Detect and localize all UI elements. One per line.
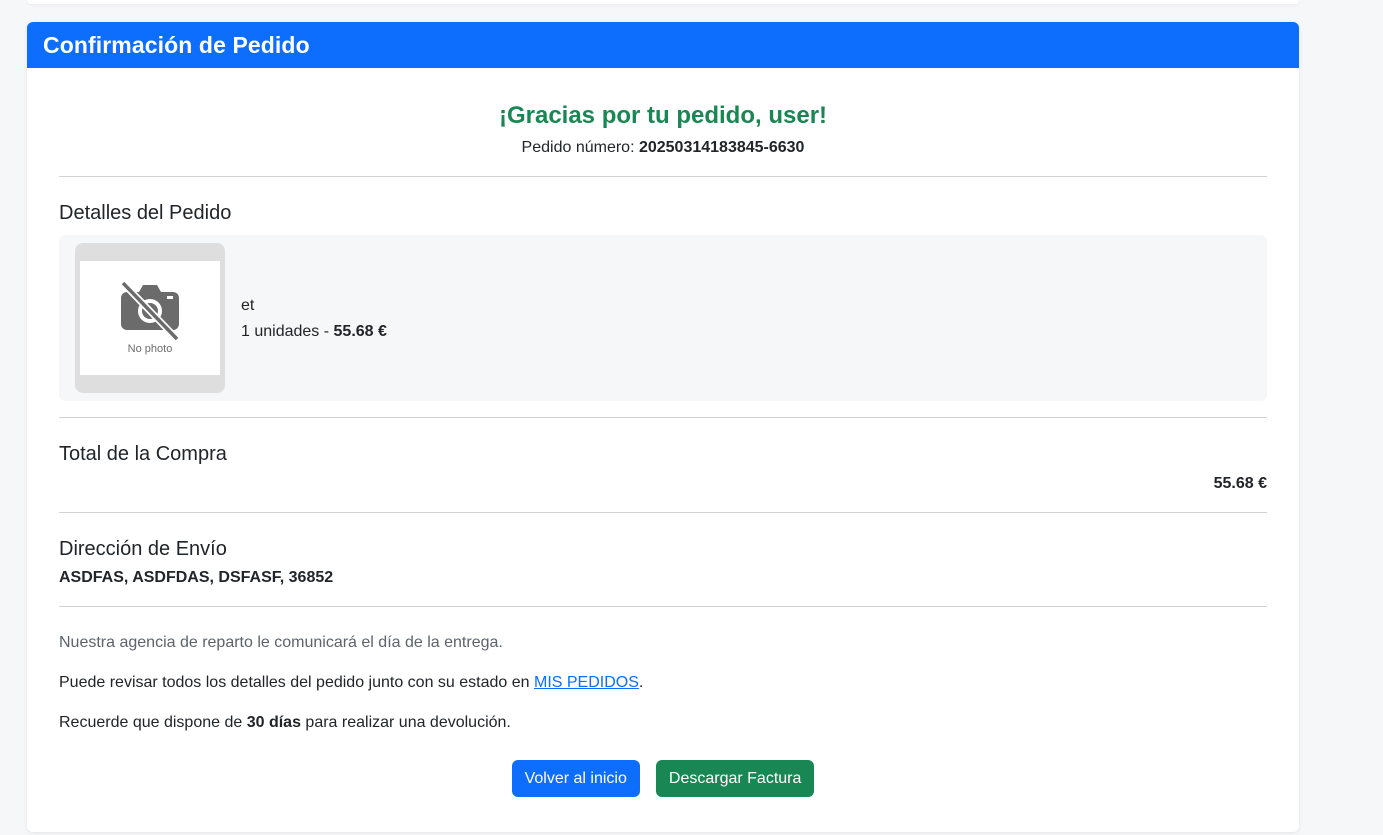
order-number-value: 20250314183845-6630 <box>638 139 805 156</box>
return-days: 30 días <box>246 714 301 731</box>
product-thumbnail: No photo <box>75 243 225 393</box>
shipping-title: Dirección de Envío <box>59 538 227 560</box>
previous-card-edge <box>27 0 1299 4</box>
review-note-suffix: . <box>638 674 644 691</box>
my-orders-link[interactable]: MIS PEDIDOS <box>534 674 639 691</box>
divider <box>59 176 1267 177</box>
item-name: et <box>241 297 255 314</box>
divider <box>59 512 1267 513</box>
no-photo-placeholder: No photo <box>80 261 220 375</box>
camera-off-icon <box>120 281 180 341</box>
divider <box>59 606 1267 607</box>
download-invoice-button[interactable]: Descargar Factura <box>655 760 815 797</box>
divider <box>59 417 1267 418</box>
return-note-prefix: Recuerde que dispone de <box>59 714 247 731</box>
order-details-title: Detalles del Pedido <box>59 202 232 224</box>
delivery-note: Nuestra agencia de reparto le comunicará… <box>59 634 503 651</box>
order-item: No photo et 1 unidades - 55.68 € <box>59 235 1267 401</box>
thanks-message: ¡Gracias por tu pedido, user! <box>498 102 828 129</box>
total-value: 55.68 € <box>1213 475 1267 492</box>
total-title: Total de la Compra <box>59 443 227 465</box>
item-info: et 1 unidades - 55.68 € <box>241 293 387 345</box>
return-note: Recuerde que dispone de 30 días para rea… <box>59 713 1267 733</box>
order-number-line: Pedido número: 20250314183845-6630 <box>59 138 1267 158</box>
item-quantity: 1 unidades - <box>241 323 334 340</box>
item-price: 55.68 € <box>333 323 387 340</box>
action-buttons: Volver al inicio Descargar Factura <box>59 760 1267 797</box>
order-confirmation-card: Confirmación de Pedido ¡Gracias por tu p… <box>27 22 1299 832</box>
return-note-suffix: para realizar una devolución. <box>300 714 511 731</box>
item-quantity-line: 1 unidades - 55.68 € <box>241 319 387 345</box>
review-note: Puede revisar todos los detalles del ped… <box>59 673 1267 693</box>
card-header: Confirmación de Pedido <box>27 22 1299 68</box>
order-number-label: Pedido número: <box>521 139 639 156</box>
review-note-prefix: Puede revisar todos los detalles del ped… <box>59 674 534 691</box>
back-home-button[interactable]: Volver al inicio <box>511 760 640 797</box>
shipping-address: ASDFAS, ASDFDAS, DSFASF, 36852 <box>59 569 334 586</box>
page-title: Confirmación de Pedido <box>43 31 310 58</box>
card-body: ¡Gracias por tu pedido, user! Pedido núm… <box>27 101 1299 797</box>
no-photo-label: No photo <box>127 342 173 355</box>
